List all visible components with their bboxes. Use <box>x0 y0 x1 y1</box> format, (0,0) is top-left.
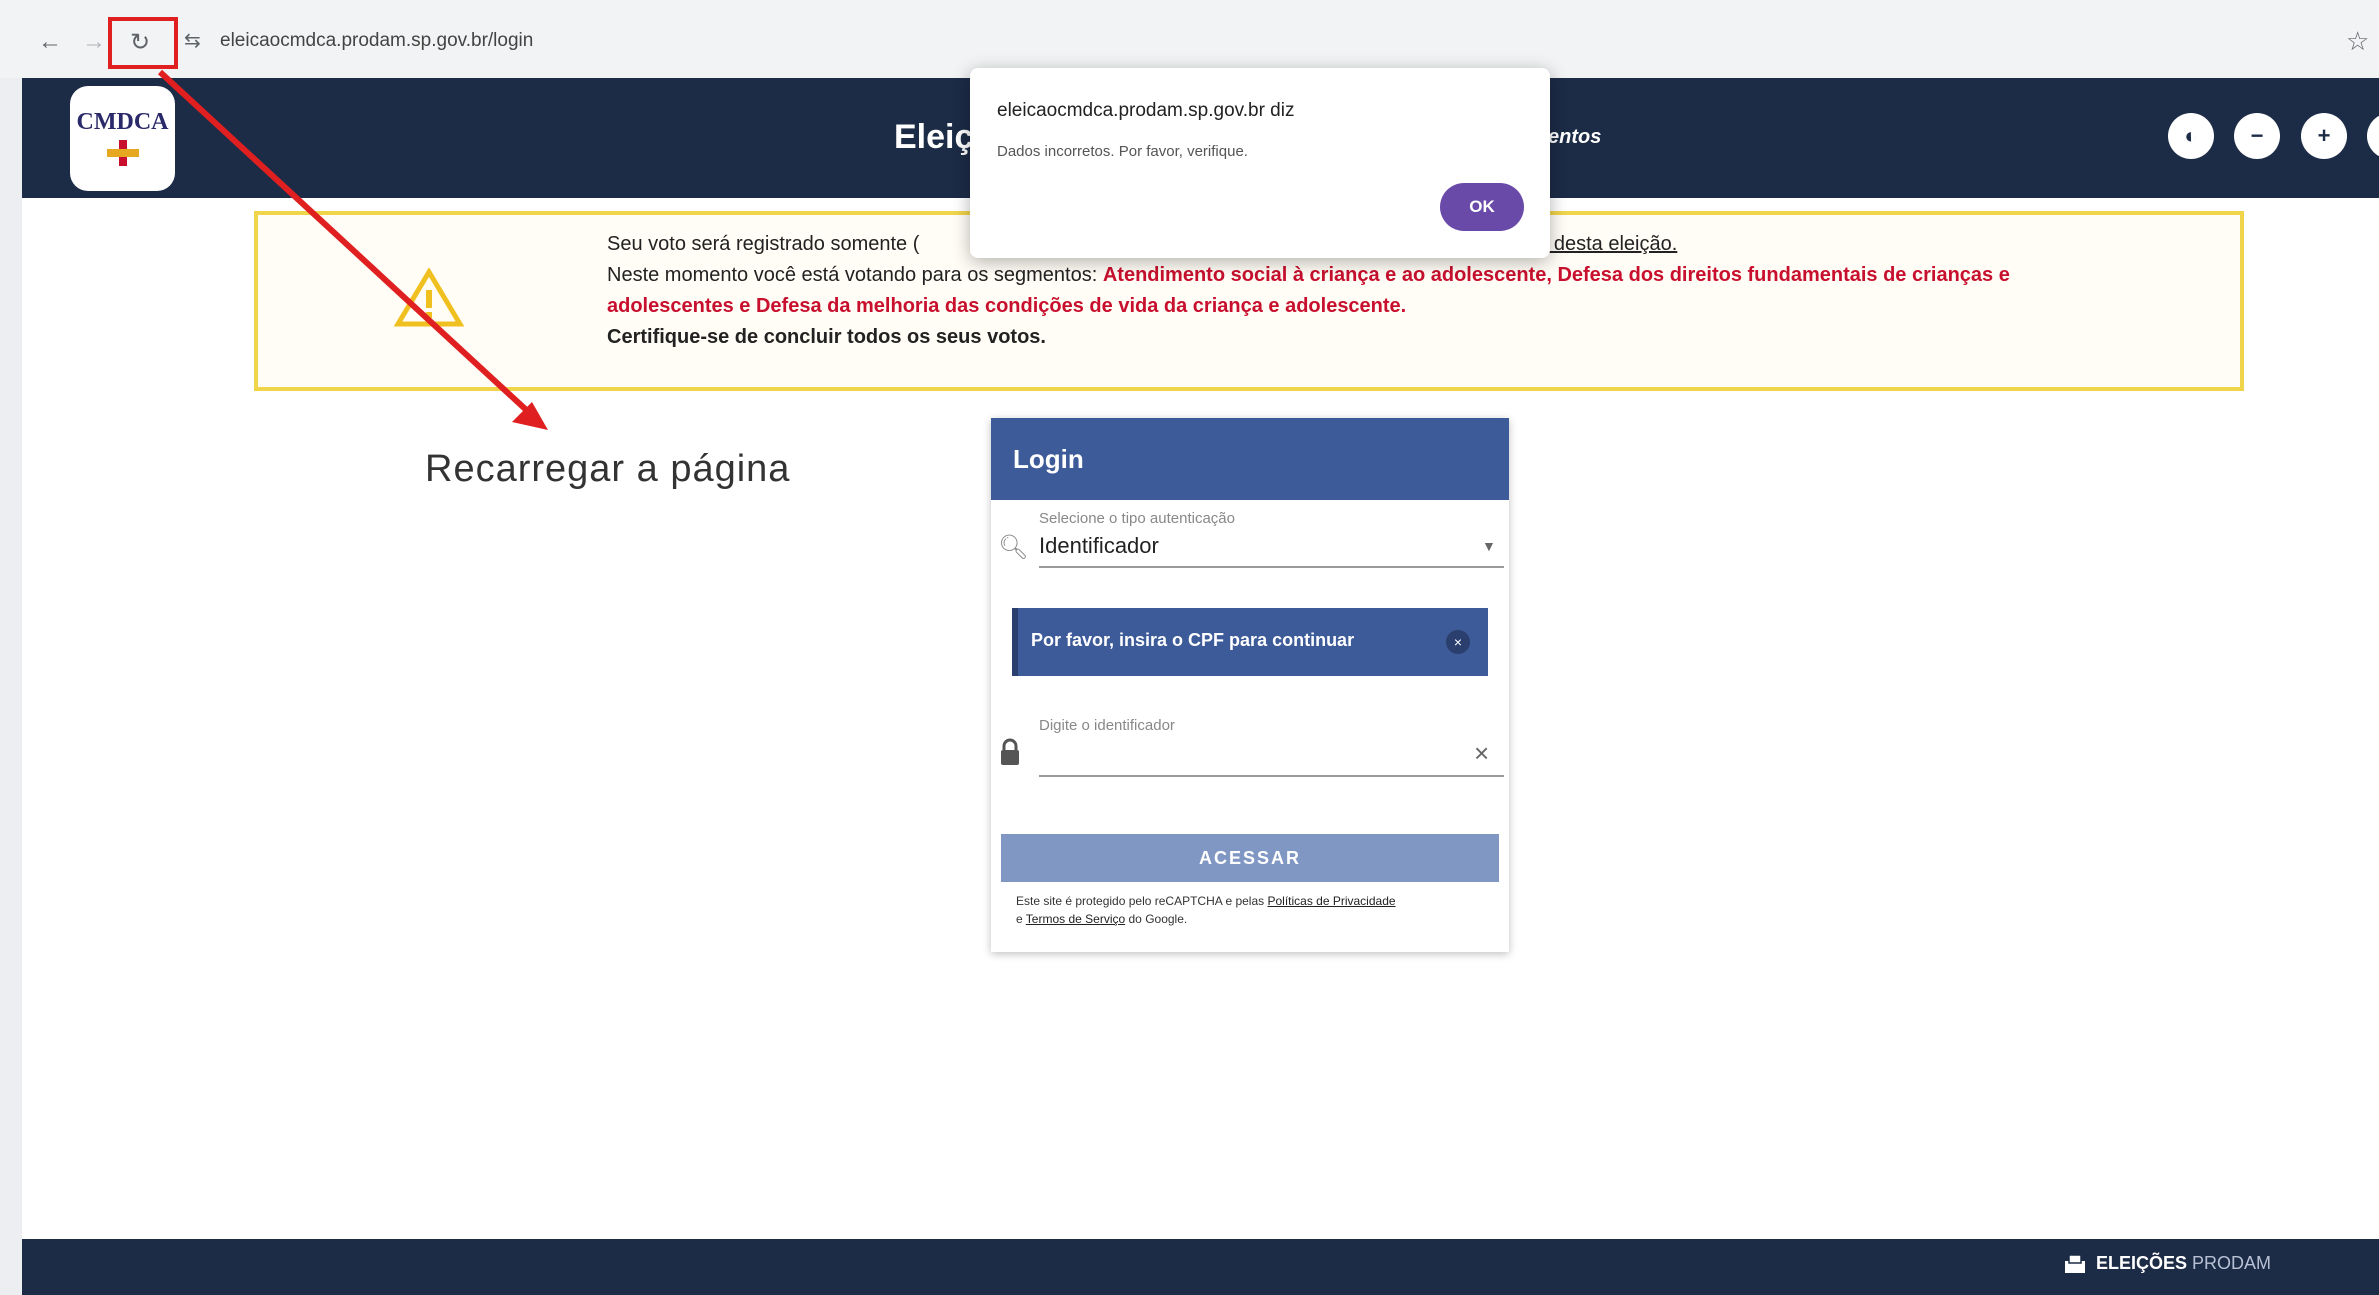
dialog-ok-button[interactable]: OK <box>1440 183 1524 231</box>
app-footer <box>22 1239 2379 1295</box>
annotation-label: Recarregar a página <box>425 448 791 490</box>
dialog-message: Dados incorretos. Por favor, verifique. <box>997 143 1248 160</box>
ballot-box-icon <box>2065 1254 2085 1273</box>
footer-brand: ELEIÇÕES PRODAM <box>2096 1253 2271 1274</box>
footer-brand-bold: ELEIÇÕES <box>2096 1253 2188 1273</box>
footer-brand-light: PRODAM <box>2192 1253 2272 1273</box>
dialog-title: eleicaocmdca.prodam.sp.gov.br diz <box>997 100 1295 121</box>
